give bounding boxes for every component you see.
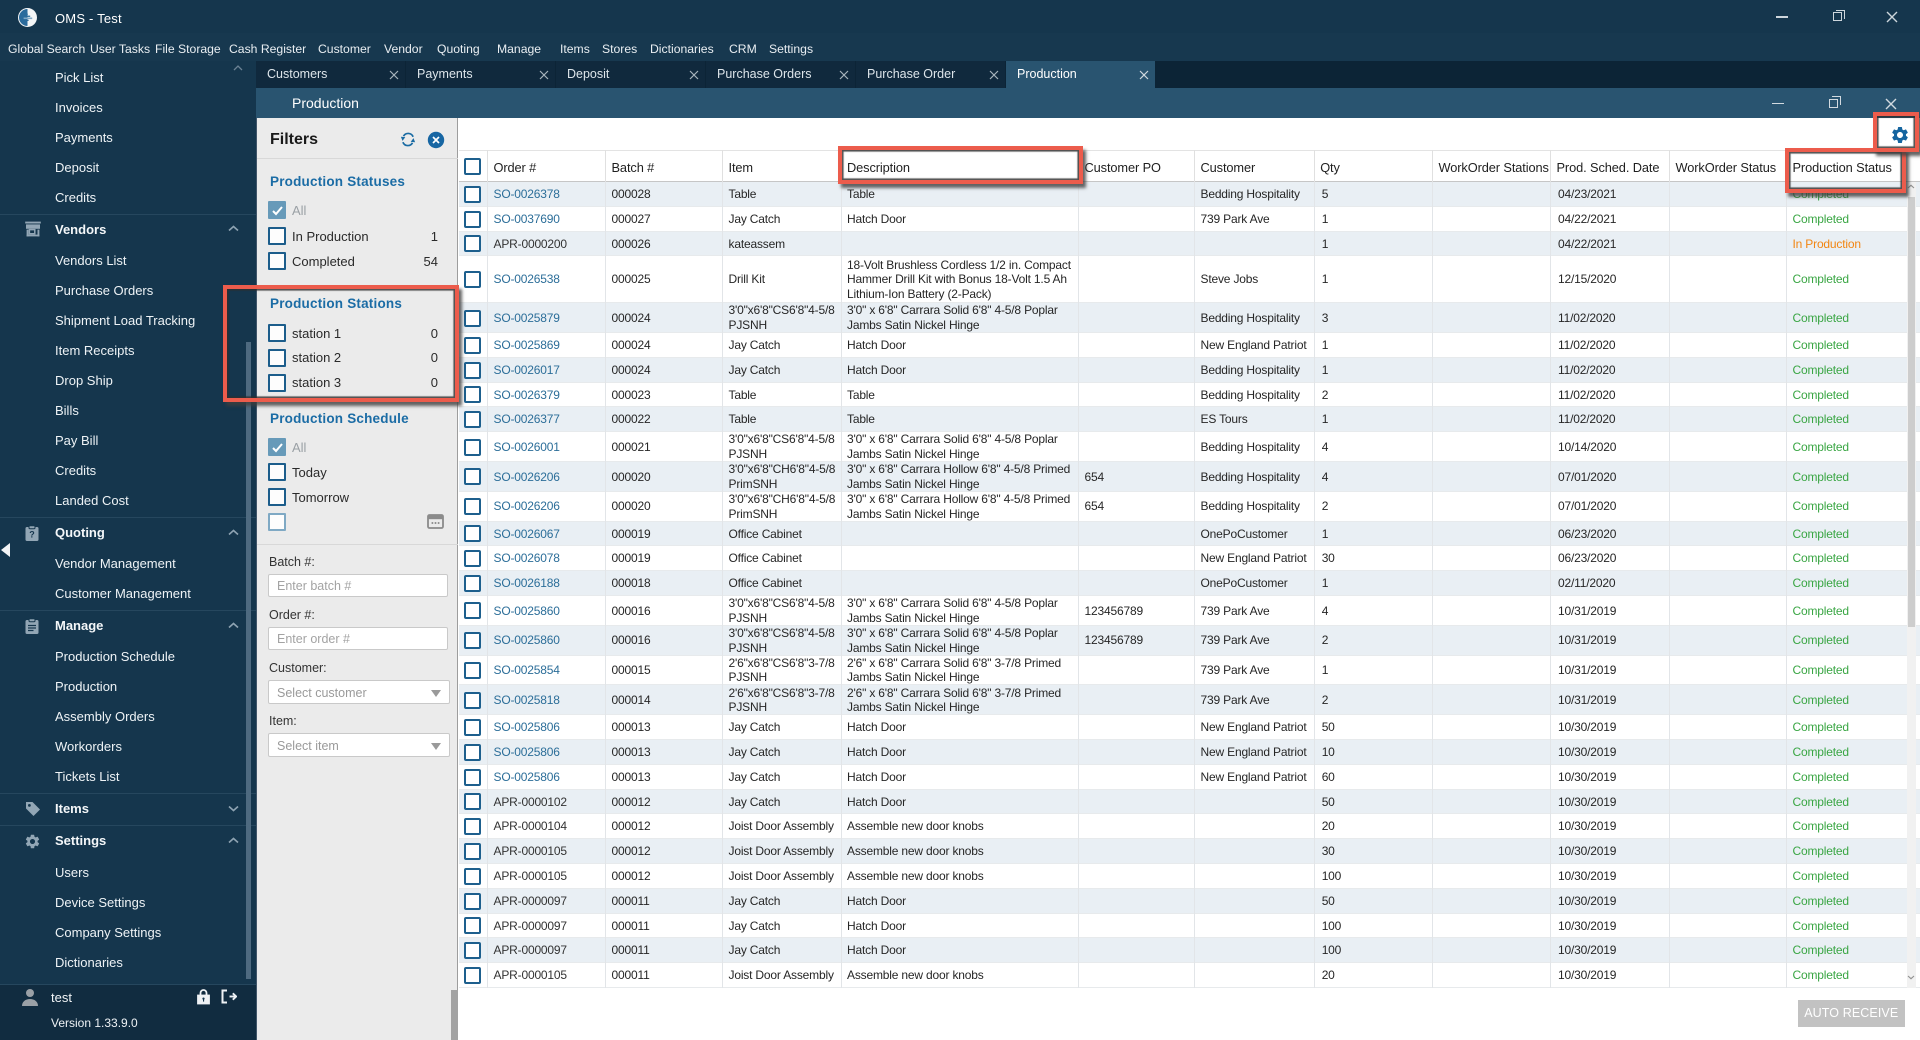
svg-text:?: ? [29,529,35,539]
